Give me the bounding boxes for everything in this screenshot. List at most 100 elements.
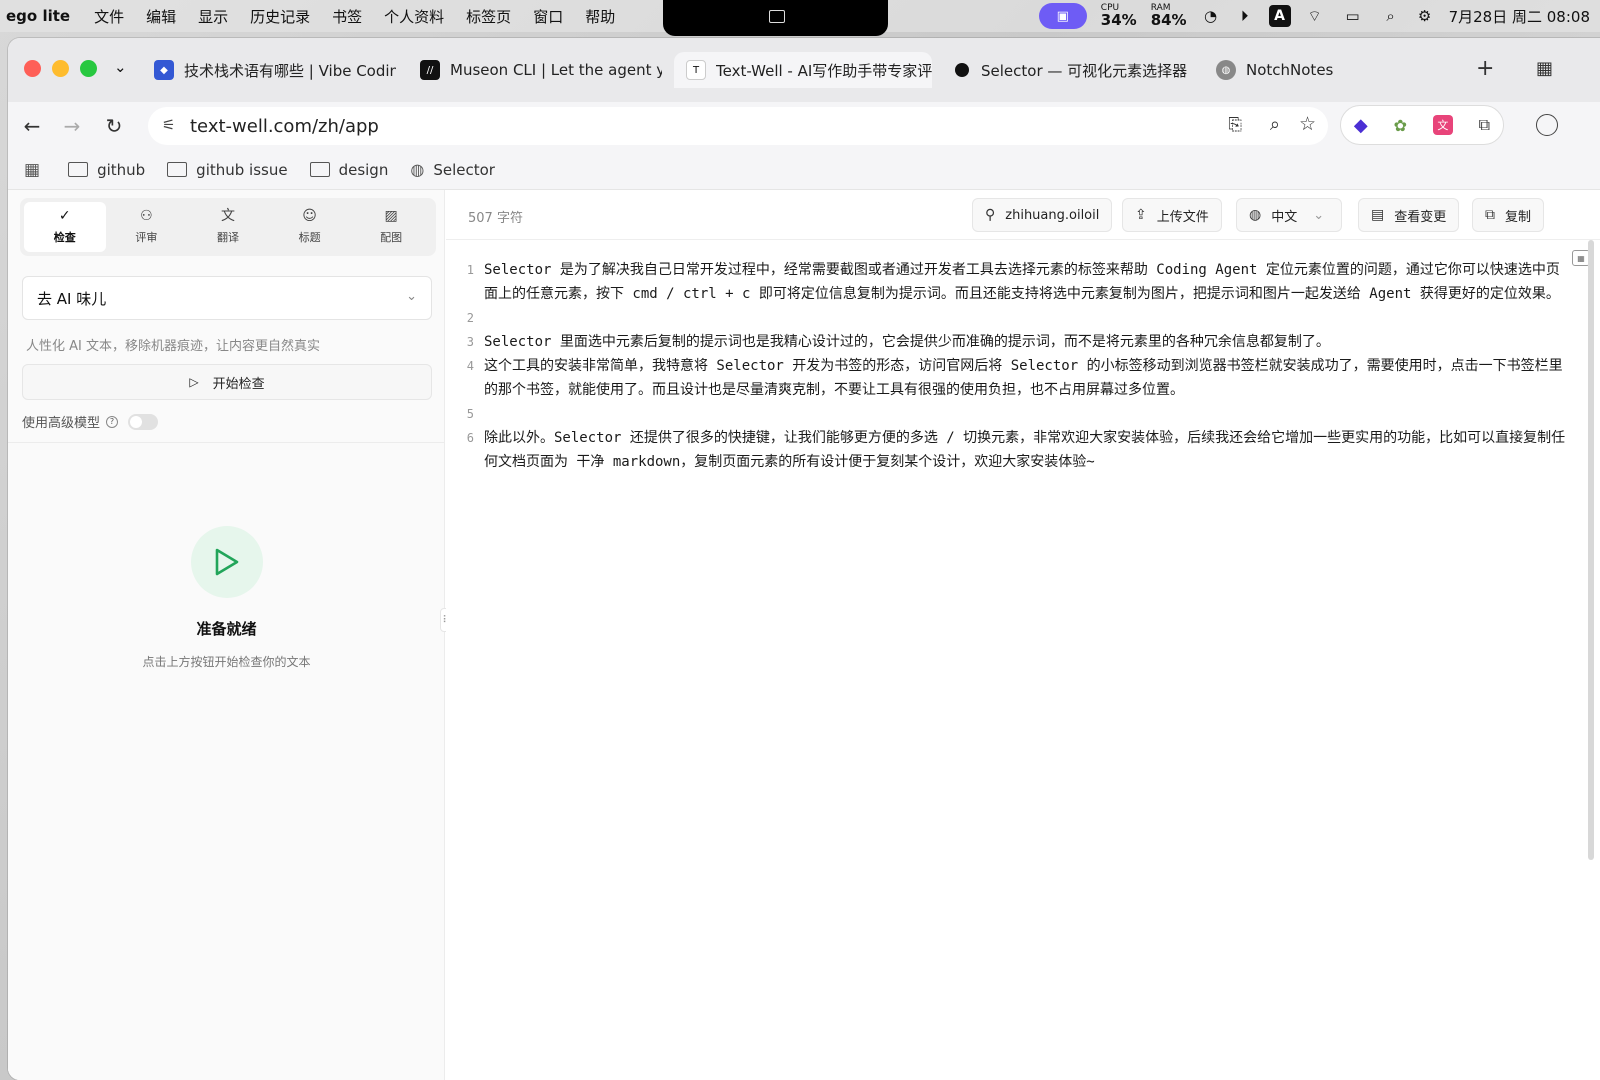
address-url[interactable]: text-well.com/zh/app bbox=[190, 116, 379, 137]
bookmark-github-issue[interactable]: github issue bbox=[167, 161, 288, 179]
menu-window[interactable]: 窗口 bbox=[533, 6, 563, 27]
activity-icon[interactable]: ◔ bbox=[1201, 6, 1221, 26]
upload-icon: ⇪ bbox=[1135, 207, 1147, 223]
tab-vibe-coding[interactable]: ◆ 技术栈术语有哪些 | Vibe Coding bbox=[142, 52, 396, 88]
reload-icon[interactable]: ↻ bbox=[100, 112, 128, 140]
document-icon: ▤ bbox=[1371, 207, 1385, 223]
tab-selector[interactable]: Selector — 可视化元素选择器 bbox=[940, 52, 1202, 88]
cpu-stat[interactable]: CPU 34% bbox=[1101, 4, 1137, 28]
extension-puzzle-color-icon[interactable]: ✿ bbox=[1394, 116, 1407, 135]
image-icon: ▨ bbox=[384, 208, 398, 224]
menu-view[interactable]: 显示 bbox=[198, 6, 228, 27]
menu-help[interactable]: 帮助 bbox=[585, 6, 615, 27]
extension-translate-icon[interactable]: 文 bbox=[1432, 115, 1453, 135]
tab-title: NotchNotes bbox=[1246, 61, 1334, 79]
tab-text-well[interactable]: T Text-Well - AI写作助手带专家评 bbox=[674, 52, 932, 88]
menu-file[interactable]: 文件 bbox=[94, 6, 124, 27]
install-app-icon[interactable]: ⎘ bbox=[1228, 115, 1242, 135]
mode-select[interactable]: 去 AI 味儿 ⌄ bbox=[22, 276, 432, 320]
profile-icon[interactable] bbox=[1536, 114, 1558, 136]
bookmark-star-icon[interactable]: ☆ bbox=[1299, 113, 1316, 135]
menu-profile[interactable]: 个人资料 bbox=[384, 6, 444, 27]
chevron-down-icon: ⌄ bbox=[1313, 207, 1325, 223]
zoom-icon[interactable]: ⌕ bbox=[1270, 114, 1280, 135]
tab-list-chevron-icon[interactable]: ⌄ bbox=[114, 58, 127, 76]
tab-search-icon[interactable]: ▦ bbox=[1536, 58, 1553, 79]
editor-line: 2 bbox=[446, 306, 1566, 330]
tab-notchnotes[interactable]: ◍ NotchNotes bbox=[1204, 52, 1404, 88]
bookmark-github[interactable]: github bbox=[68, 161, 145, 179]
check-text-icon: ✓ bbox=[58, 208, 71, 224]
tool-tab-check[interactable]: ✓ 检查 bbox=[24, 202, 106, 252]
chevron-down-icon: ⌄ bbox=[406, 289, 417, 304]
screen-share-icon[interactable]: ▣ bbox=[1038, 3, 1087, 29]
tool-tab-image[interactable]: ▨ 配图 bbox=[350, 202, 432, 252]
bookmark-selector[interactable]: ◍ Selector bbox=[410, 160, 495, 179]
tab-title: Museon CLI | Let the agent you bbox=[450, 61, 662, 79]
menu-history[interactable]: 历史记录 bbox=[250, 6, 310, 27]
wifi-icon[interactable]: ⌔ bbox=[1305, 6, 1325, 26]
copy-button[interactable]: ⧉ 复制 bbox=[1472, 198, 1545, 232]
line-number: 3 bbox=[466, 335, 474, 349]
upload-file-button[interactable]: ⇪ 上传文件 bbox=[1122, 198, 1222, 232]
folder-icon bbox=[68, 162, 89, 177]
line-text[interactable] bbox=[484, 306, 1566, 330]
ready-hint: 点击上方按钮开始检查你的文本 bbox=[142, 655, 311, 669]
text-editor[interactable]: 1 Selector 是为了解决我自己日常开发过程中，经常需要截图或者通过开发者工… bbox=[446, 240, 1566, 474]
tool-tabs: ✓ 检查 ⚇ 评审 文翻译 ☺ 标题 ▨ 配图 bbox=[20, 198, 436, 256]
back-arrow-icon[interactable]: ← bbox=[18, 112, 46, 140]
tool-tab-translate[interactable]: 文翻译 bbox=[187, 202, 269, 252]
tab-favicon-icon bbox=[955, 63, 969, 77]
line-number: 5 bbox=[466, 407, 474, 421]
extension-diamond-icon[interactable]: ◆ bbox=[1354, 115, 1368, 136]
menubar-clock[interactable]: 7月28日 周二 08:08 bbox=[1449, 6, 1590, 27]
menu-edit[interactable]: 编辑 bbox=[146, 6, 176, 27]
view-changes-button[interactable]: ▤ 查看变更 bbox=[1358, 198, 1460, 232]
tool-sidebar: ✓ 检查 ⚇ 评审 文翻译 ☺ 标题 ▨ 配图 去 AI 味儿 ⌄ 人性化 AI 文本，… bbox=[8, 190, 452, 1080]
browser-window: ⌄ ◆ 技术栈术语有哪些 | Vibe Coding // Museon CLI… bbox=[8, 38, 1600, 1080]
ram-stat[interactable]: RAM 84% bbox=[1151, 4, 1187, 28]
bookmark-design[interactable]: design bbox=[309, 161, 388, 179]
input-method-icon[interactable]: A bbox=[1268, 5, 1291, 27]
line-text[interactable]: 除此以外。Selector 还提供了很多的快捷键，让我们能够更方便的多选 / 切… bbox=[484, 426, 1566, 474]
language-select[interactable]: ◍ 中文 ⌄ bbox=[1236, 198, 1342, 232]
forward-arrow-icon[interactable]: → bbox=[58, 112, 86, 140]
play-circle-icon[interactable]: ⏵ bbox=[1235, 6, 1255, 26]
editor-scrollbar[interactable] bbox=[1588, 240, 1594, 860]
tab-museon[interactable]: // Museon CLI | Let the agent you bbox=[408, 52, 662, 88]
control-center-icon[interactable]: ⚙ bbox=[1415, 6, 1435, 26]
line-text[interactable]: 这个工具的安装非常简单，我特意将 Selector 开发为书签的形态，访问官网后… bbox=[484, 354, 1566, 402]
minimize-window-icon[interactable] bbox=[52, 60, 69, 77]
line-text[interactable]: Selector 里面选中元素后复制的提示词也是我精心设计过的，它会提供少而准确… bbox=[484, 330, 1566, 354]
line-text[interactable]: Selector 是为了解决我自己日常开发过程中，经常需要截图或者通过开发者工具… bbox=[484, 258, 1566, 306]
app-menu-name[interactable]: ego lite bbox=[6, 7, 70, 25]
start-check-label: 开始检查 bbox=[212, 376, 265, 392]
tool-tab-title[interactable]: ☺ 标题 bbox=[269, 202, 351, 252]
user-account-button[interactable]: ⚲ zhihuang.oiloil bbox=[972, 198, 1113, 232]
advanced-model-row: 使用高级模型 ? bbox=[22, 412, 159, 431]
new-tab-icon[interactable]: + bbox=[1476, 56, 1494, 81]
line-number: 2 bbox=[466, 311, 474, 325]
menu-tabs[interactable]: 标签页 bbox=[466, 6, 511, 27]
line-text[interactable] bbox=[484, 402, 1566, 426]
menu-bookmarks[interactable]: 书签 bbox=[332, 6, 362, 27]
maximize-window-icon[interactable] bbox=[80, 60, 97, 77]
spotlight-search-icon[interactable]: ⌕ bbox=[1381, 6, 1401, 26]
apps-grid-icon[interactable]: ▦ bbox=[24, 160, 40, 180]
address-bar[interactable]: ⚟ text-well.com/zh/app ⎘ ⌕ ☆ bbox=[148, 107, 1328, 145]
globe-icon: ◍ bbox=[1249, 207, 1262, 223]
camera-notch bbox=[663, 0, 888, 36]
notch-app-icon[interactable] bbox=[769, 10, 785, 23]
close-window-icon[interactable] bbox=[24, 60, 41, 77]
site-settings-icon[interactable]: ⚟ bbox=[162, 116, 175, 134]
line-number: 1 bbox=[466, 263, 474, 277]
battery-icon[interactable]: ▭ bbox=[1339, 6, 1367, 26]
advanced-model-toggle[interactable] bbox=[128, 413, 159, 430]
folder-icon bbox=[167, 162, 188, 177]
extensions-menu-icon[interactable]: ⧉ bbox=[1479, 115, 1490, 135]
emoji-icon: ☺ bbox=[302, 208, 317, 224]
tool-tab-review[interactable]: ⚇ 评审 bbox=[106, 202, 188, 252]
start-check-button[interactable]: ▷ 开始检查 bbox=[22, 364, 432, 400]
help-icon[interactable]: ? bbox=[106, 415, 119, 428]
app-content: ✓ 检查 ⚇ 评审 文翻译 ☺ 标题 ▨ 配图 去 AI 味儿 ⌄ 人性化 AI 文本，… bbox=[8, 190, 1600, 1080]
